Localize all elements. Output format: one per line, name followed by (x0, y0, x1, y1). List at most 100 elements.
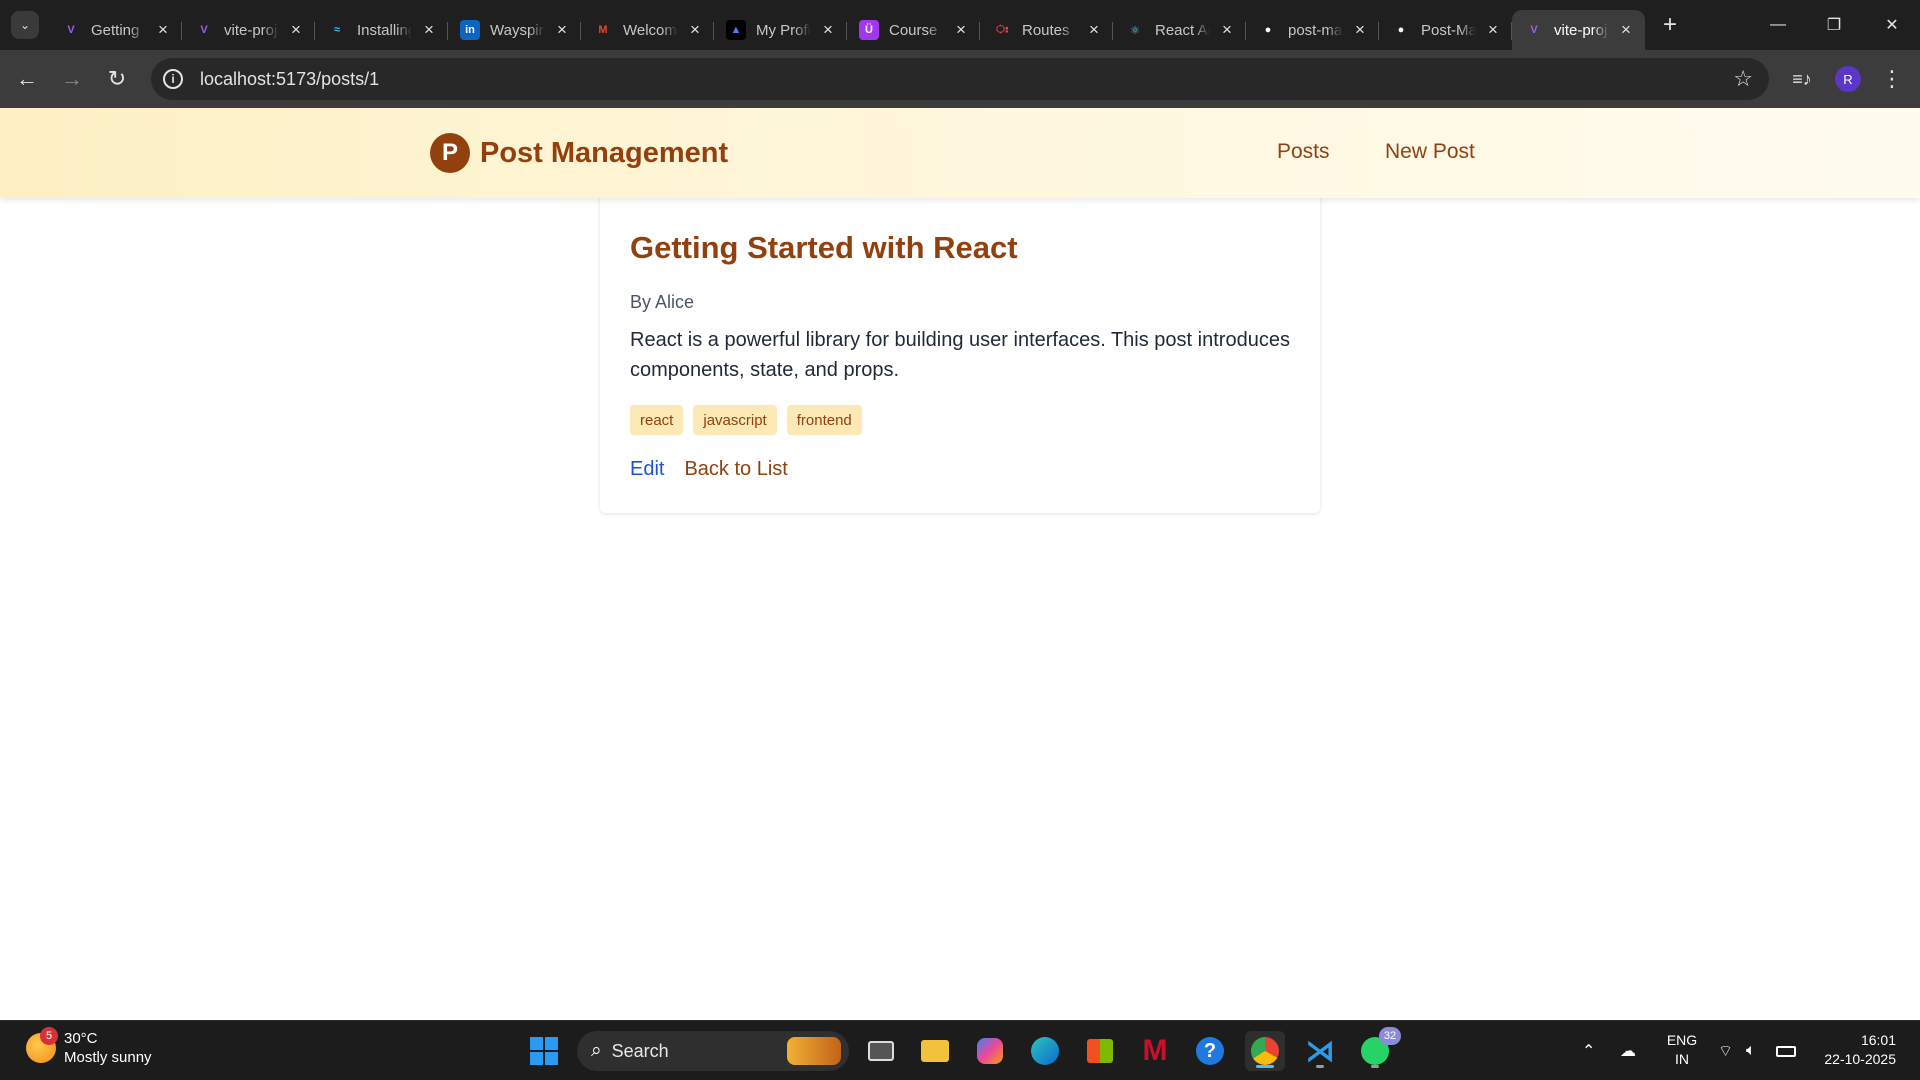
browser-tab[interactable]: M Welcome × (581, 10, 714, 50)
browser-tab[interactable]: ▲ My Profile × (714, 10, 847, 50)
mcafee-button[interactable]: M (1135, 1031, 1175, 1071)
close-tab-icon[interactable]: × (1351, 20, 1369, 40)
new-tab-button[interactable]: + (1655, 10, 1685, 40)
file-explorer-button[interactable] (915, 1031, 955, 1071)
edit-link[interactable]: Edit (630, 458, 664, 481)
cloud-icon: ☁ (1620, 1043, 1636, 1060)
folder-icon (921, 1040, 949, 1062)
post-actions: Edit Back to List (630, 458, 788, 481)
windows-icon (530, 1037, 558, 1065)
weather-condition: Mostly sunny (64, 1049, 152, 1066)
date: 22-10-2025 (1824, 1051, 1896, 1067)
battery-button[interactable] (1776, 1021, 1796, 1080)
address-bar[interactable]: i localhost:5173/posts/1 ☆ (151, 58, 1769, 100)
nav-new-post-link[interactable]: New Post (1385, 140, 1475, 164)
show-hidden-icons-button[interactable]: ⌃ (1582, 1021, 1595, 1080)
volume-button[interactable]: 🔈︎ (1746, 1021, 1756, 1080)
post-title: Getting Started with React (630, 230, 1018, 265)
browser-tab[interactable]: Vvite-project × (182, 10, 315, 50)
tab-title: React App (1155, 21, 1210, 39)
back-button[interactable]: ← (7, 59, 47, 99)
url-text[interactable]: localhost:5173/posts/1 (200, 69, 379, 90)
browser-toolbar: ← → ↻ i localhost:5173/posts/1 ☆ (0, 50, 1920, 108)
tag-badge: frontend (786, 405, 862, 435)
close-tab-icon[interactable]: × (1484, 20, 1502, 40)
help-button[interactable]: ? (1190, 1031, 1230, 1071)
browser-tab[interactable]: ഃ Routes × (980, 10, 1113, 50)
running-indicator (1371, 1065, 1379, 1068)
close-tab-icon[interactable]: × (1218, 20, 1236, 40)
post-body: React is a powerful library for building… (630, 329, 1290, 381)
linkedin-icon: in (460, 20, 480, 40)
browser-tab[interactable]: ⚛ React App × (1113, 10, 1246, 50)
close-tab-icon[interactable]: × (420, 20, 438, 40)
profile-button[interactable]: R (1828, 50, 1868, 108)
site-info-icon[interactable]: i (163, 69, 183, 89)
close-tab-icon[interactable]: × (154, 20, 172, 40)
store-button[interactable] (1080, 1031, 1120, 1071)
running-indicator (1316, 1065, 1324, 1068)
close-window-button[interactable]: ✕ (1864, 0, 1920, 50)
browser-tab[interactable]: ● post-management × (1246, 10, 1379, 50)
search-icon: ⌕ (591, 1040, 602, 1061)
search-highlight-icon (787, 1037, 841, 1065)
close-tab-icon[interactable]: × (819, 20, 837, 40)
more-vert-icon: ⋮ (1881, 66, 1903, 91)
bookmark-star-icon[interactable]: ☆ (1733, 66, 1753, 92)
forward-button[interactable]: → (52, 59, 92, 99)
arrow-left-icon: ← (16, 66, 38, 91)
brand[interactable]: P Post Management (430, 133, 728, 173)
browser-menu-button[interactable]: ⋮ (1872, 50, 1912, 108)
app-header: P Post Management Posts New Post (0, 108, 1920, 198)
brand-name: Post Management (480, 136, 729, 169)
browser-tab[interactable]: Vvite-project × (1512, 10, 1645, 50)
tab-title: Installing (357, 21, 412, 39)
task-view-button[interactable] (861, 1031, 901, 1071)
nav-posts-link[interactable]: Posts (1277, 140, 1330, 164)
copilot-button[interactable] (970, 1031, 1010, 1071)
edge-button[interactable] (1025, 1031, 1065, 1071)
vite-icon: V (67, 24, 75, 36)
browser-tab[interactable]: Ü Course × (847, 10, 980, 50)
vscode-icon: ⋊ (1305, 1034, 1335, 1068)
tab-title: Routes (1022, 21, 1070, 39)
language-indicator[interactable]: ENG IN (1662, 1031, 1702, 1069)
playlist-icon: ≡♪ (1792, 68, 1812, 89)
arrow-right-icon: → (61, 66, 83, 91)
vscode-button[interactable]: ⋊ (1300, 1031, 1340, 1071)
reload-button[interactable]: ↻ (97, 59, 137, 99)
start-button[interactable] (524, 1031, 564, 1071)
close-tab-icon[interactable]: × (1617, 20, 1635, 40)
task-view-icon (868, 1041, 894, 1061)
battery-icon (1776, 1045, 1796, 1057)
speaker-icon: 🔈︎ (1746, 1042, 1756, 1059)
chrome-button[interactable] (1245, 1031, 1285, 1071)
back-to-list-link[interactable]: Back to List (684, 458, 787, 481)
weather-widget[interactable]: 5 30°C Mostly sunny (26, 1027, 152, 1067)
taskbar-search[interactable]: ⌕ Search (577, 1031, 849, 1071)
weather-badge: 5 (40, 1027, 58, 1045)
browser-tab[interactable]: ≈ Installing × (315, 10, 448, 50)
browser-tab[interactable]: V Getting Started × (49, 10, 182, 50)
udemy-icon: Ü (859, 20, 879, 40)
close-tab-icon[interactable]: × (553, 20, 571, 40)
media-controls-button[interactable]: ≡♪ (1782, 50, 1822, 108)
browser-tab[interactable]: ● Post-Management × (1379, 10, 1512, 50)
time: 16:01 (1860, 1032, 1896, 1048)
browser-tab[interactable]: in Wayspire × (448, 10, 581, 50)
restore-button[interactable]: ❐ (1806, 0, 1862, 50)
close-tab-icon[interactable]: × (686, 20, 704, 40)
minimize-button[interactable]: — (1750, 0, 1806, 50)
plus-icon: + (1662, 11, 1677, 38)
close-tab-icon[interactable]: × (287, 20, 305, 40)
tab-search-button[interactable]: ⌄ (11, 11, 39, 39)
clock[interactable]: 16:01 22-10-2025 (1814, 1031, 1896, 1069)
whatsapp-button[interactable]: 32 (1355, 1027, 1401, 1071)
active-indicator (1256, 1065, 1274, 1068)
close-tab-icon[interactable]: × (1085, 20, 1103, 40)
wifi-icon: ⌔ (1718, 1043, 1734, 1060)
tab-title: Wayspire (490, 21, 545, 39)
close-tab-icon[interactable]: × (952, 20, 970, 40)
wifi-button[interactable]: ⌔ (1718, 1021, 1733, 1080)
onedrive-button[interactable]: ☁ (1620, 1021, 1636, 1080)
